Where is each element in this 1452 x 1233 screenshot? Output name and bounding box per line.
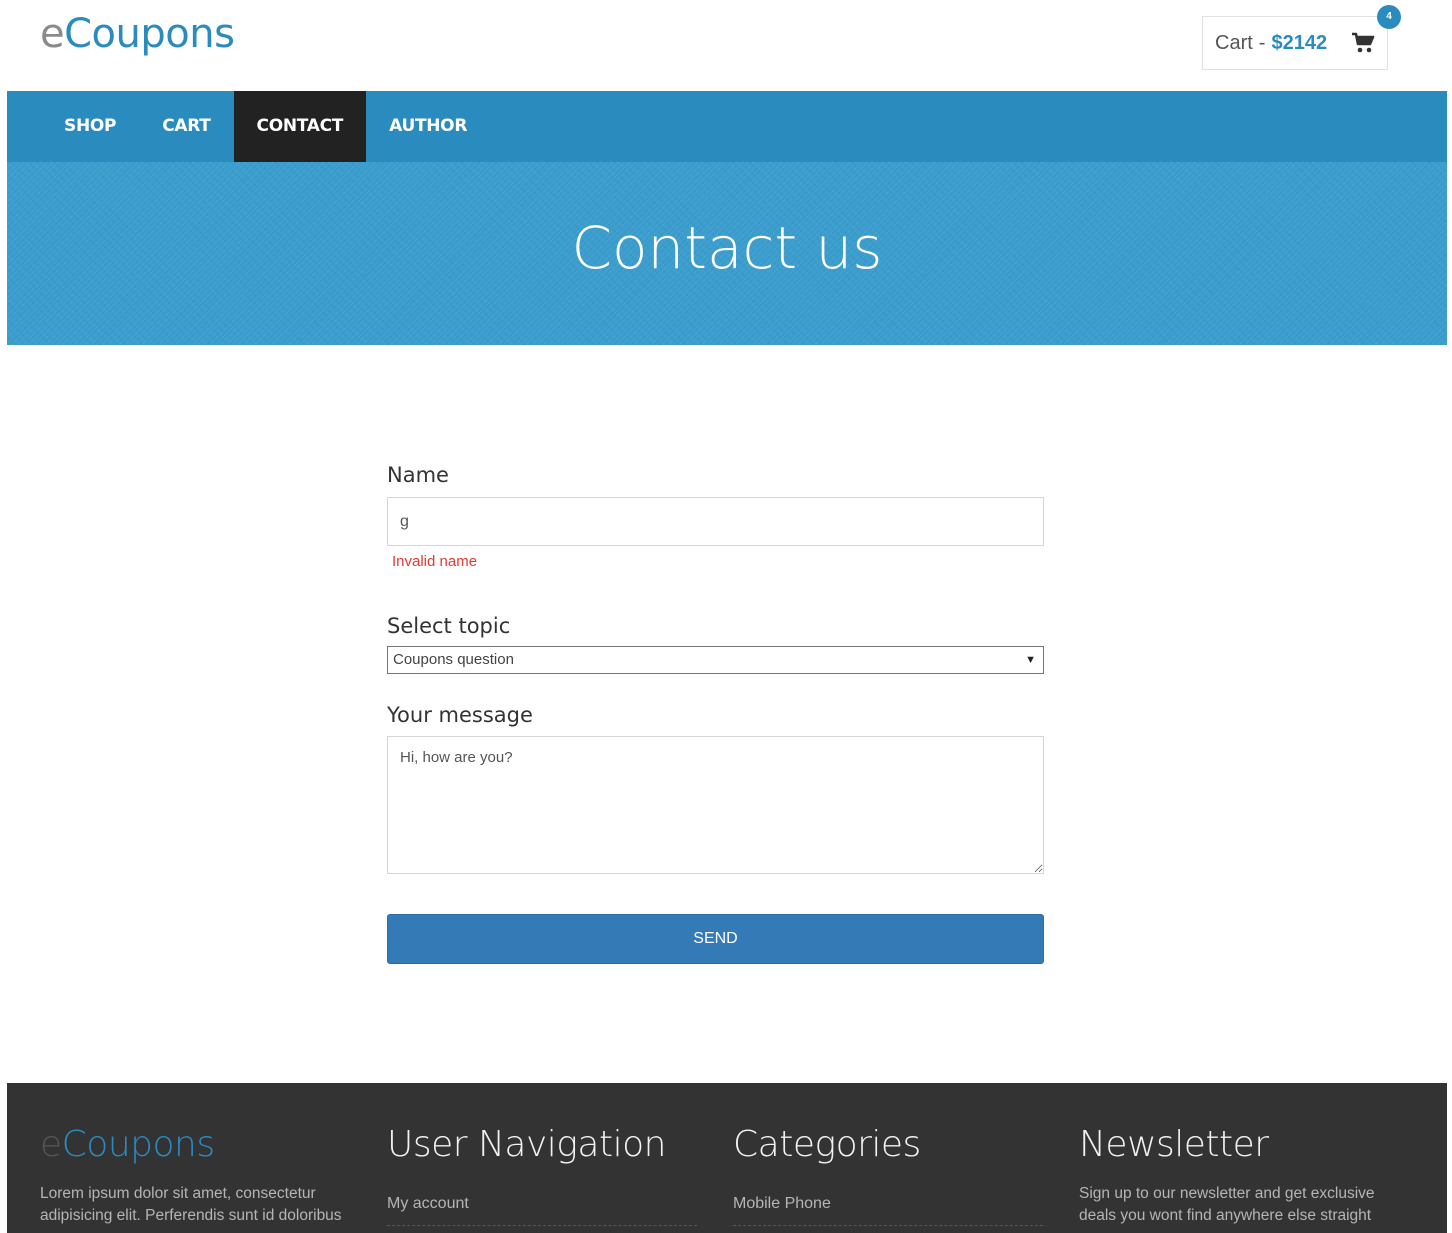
- site-footer: eCoupons Lorem ipsum dolor sit amet, con…: [7, 1083, 1447, 1233]
- page-title: Contact us: [571, 214, 883, 282]
- cart-count-badge: 4: [1377, 5, 1401, 29]
- main-navigation: SHOP CART CONTACT AUTHOR: [7, 91, 1447, 162]
- footer-about-column: eCoupons Lorem ipsum dolor sit amet, con…: [40, 1123, 350, 1227]
- name-field-group: Name Invalid name: [387, 460, 1044, 571]
- cart-summary-button[interactable]: Cart - $2142: [1202, 16, 1388, 70]
- cart-total: $2142: [1271, 31, 1328, 54]
- footer-categories-heading: Categories: [733, 1124, 921, 1165]
- nav-item-cart[interactable]: CART: [139, 91, 233, 162]
- footer-logo[interactable]: eCoupons: [40, 1123, 350, 1167]
- nav-item-author[interactable]: AUTHOR: [366, 91, 490, 162]
- footer-newsletter-heading: Newsletter: [1079, 1124, 1269, 1165]
- message-textarea[interactable]: Hi, how are you?: [387, 736, 1044, 874]
- topic-field-group: Select topic Coupons question ▼: [387, 611, 1044, 674]
- footer-link-my-account[interactable]: My account: [387, 1195, 697, 1226]
- name-error-message: Invalid name: [392, 553, 478, 570]
- topic-label: Select topic: [387, 614, 511, 638]
- footer-logo-prefix: e: [40, 1124, 62, 1165]
- topic-selected-value: Coupons question: [393, 651, 514, 668]
- shopping-cart-icon: [1351, 32, 1375, 54]
- logo-prefix: e: [40, 11, 65, 57]
- footer-logo-suffix: Coupons: [61, 1124, 215, 1165]
- footer-newsletter-text: Sign up to our newsletter and get exclus…: [1079, 1185, 1375, 1224]
- cart-separator: -: [1258, 31, 1266, 54]
- message-label: Your message: [387, 703, 533, 727]
- name-label: Name: [387, 463, 449, 487]
- footer-user-navigation-column: User Navigation My account: [387, 1123, 697, 1226]
- cart-label: Cart: [1215, 31, 1253, 54]
- site-logo[interactable]: eCoupons: [40, 8, 235, 60]
- hero-banner: Contact us: [7, 162, 1447, 345]
- contact-form: Name Invalid name Select topic Coupons q…: [387, 460, 1044, 964]
- footer-link-mobile-phone[interactable]: Mobile Phone: [733, 1195, 1043, 1226]
- logo-suffix: Coupons: [64, 11, 235, 57]
- send-button[interactable]: SEND: [387, 914, 1044, 964]
- footer-categories-column: Categories Mobile Phone: [733, 1123, 1043, 1226]
- name-input[interactable]: [387, 497, 1044, 546]
- message-field-group: Your message Hi, how are you?: [387, 700, 1044, 874]
- footer-user-navigation-heading: User Navigation: [387, 1124, 666, 1165]
- nav-item-shop[interactable]: SHOP: [7, 91, 139, 162]
- footer-about-text: Lorem ipsum dolor sit amet, consectetur …: [40, 1185, 342, 1224]
- chevron-down-icon: ▼: [1025, 654, 1036, 666]
- nav-item-contact[interactable]: CONTACT: [233, 91, 367, 162]
- footer-newsletter-column: Newsletter Sign up to our newsletter and…: [1079, 1123, 1389, 1227]
- topic-select[interactable]: Coupons question ▼: [387, 646, 1044, 674]
